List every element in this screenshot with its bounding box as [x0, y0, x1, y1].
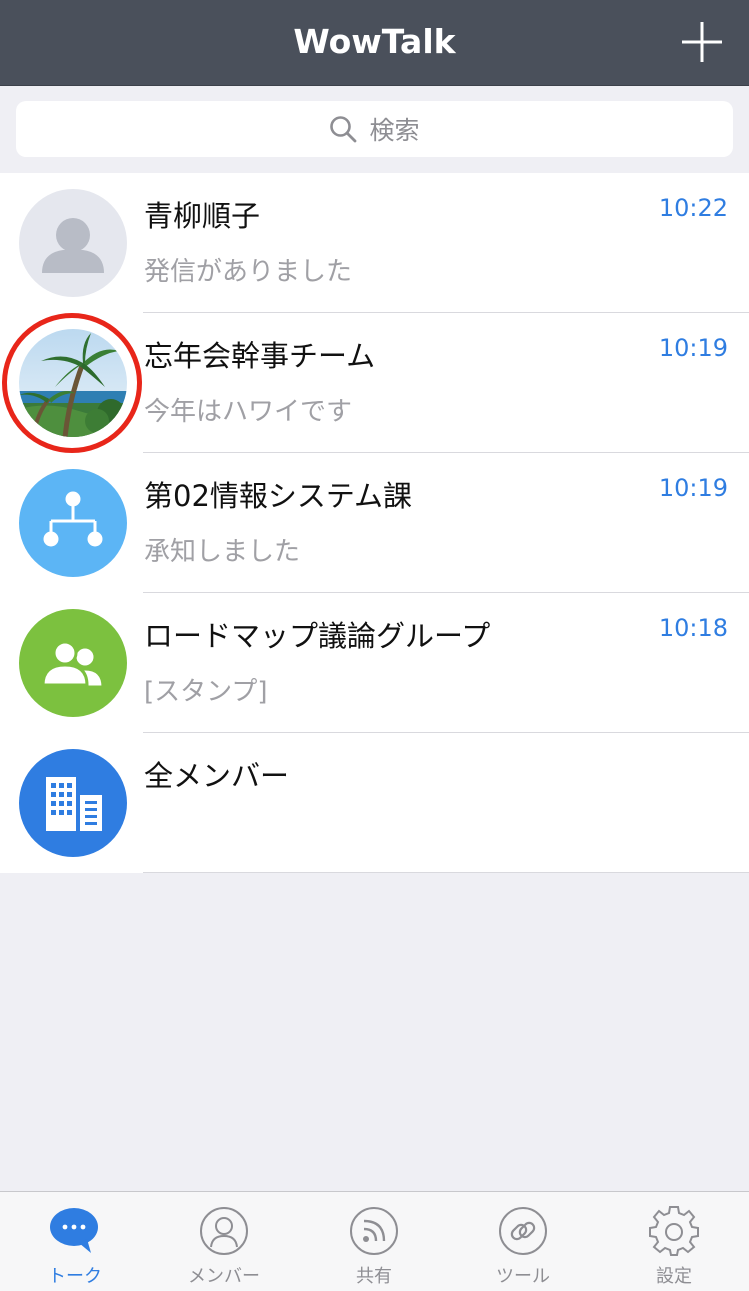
tab-label: メンバー: [188, 1266, 260, 1287]
search-placeholder: 検索: [369, 116, 420, 145]
tab-bar: トーク メンバー 共有 ツール 設定: [0, 1191, 749, 1291]
building-icon: [19, 749, 127, 857]
chat-time: 10:18: [658, 614, 728, 642]
gear-icon: [649, 1206, 699, 1256]
chat-time: 10:22: [658, 194, 728, 222]
chat-row[interactable]: 全メンバー: [0, 733, 749, 873]
chat-time: 10:19: [658, 334, 728, 362]
chat-row[interactable]: ロードマップ議論グループ 10:18 [スタンプ]: [0, 593, 749, 733]
chat-list: 青柳順子 10:22 発信がありました 忘年会幹事チーム 10:19 今年はハワ…: [0, 173, 749, 873]
search-bar-area: 検索: [0, 86, 749, 173]
chat-name: 青柳順子: [144, 199, 261, 233]
tab-talk[interactable]: トーク: [0, 1192, 150, 1291]
tab-share[interactable]: 共有: [299, 1192, 449, 1291]
chat-name: 全メンバー: [144, 759, 290, 793]
chat-row[interactable]: 第02情報システム課 10:19 承知しました: [0, 453, 749, 593]
chat-preview: 今年はハワイです: [144, 397, 353, 427]
chat-bubble-icon: [50, 1208, 98, 1253]
chat-name: 第02情報システム課: [144, 479, 413, 513]
chat-row[interactable]: 忘年会幹事チーム 10:19 今年はハワイです: [0, 313, 749, 453]
org-chart-icon: [19, 469, 127, 577]
highlight-ring: [2, 313, 142, 453]
chat-preview: [スタンプ]: [144, 677, 268, 707]
app-title: WowTalk: [293, 22, 456, 61]
tab-label: 共有: [356, 1266, 392, 1287]
member-icon: [200, 1207, 248, 1255]
add-button[interactable]: [681, 21, 723, 63]
chat-preview: 発信がありました: [144, 257, 353, 287]
person-icon: [19, 189, 127, 297]
tab-members[interactable]: メンバー: [149, 1192, 299, 1291]
tab-label: 設定: [656, 1266, 692, 1287]
chat-name: ロードマップ議論グループ: [144, 619, 491, 653]
search-input[interactable]: 検索: [16, 101, 733, 157]
tab-settings[interactable]: 設定: [599, 1192, 749, 1291]
app-header: WowTalk: [0, 0, 749, 86]
tab-tools[interactable]: ツール: [448, 1192, 598, 1291]
chat-row[interactable]: 青柳順子 10:22 発信がありました: [0, 173, 749, 313]
group-icon: [19, 609, 127, 717]
chat-preview: 承知しました: [144, 537, 301, 567]
share-feed-icon: [350, 1207, 398, 1255]
search-icon: [330, 116, 357, 143]
plus-icon: [682, 22, 722, 62]
chat-time: 10:19: [658, 474, 728, 502]
chat-name: 忘年会幹事チーム: [144, 339, 376, 373]
row-divider: [143, 872, 749, 873]
tab-label: トーク: [48, 1266, 102, 1287]
link-icon: [499, 1207, 547, 1255]
tab-label: ツール: [496, 1266, 550, 1287]
